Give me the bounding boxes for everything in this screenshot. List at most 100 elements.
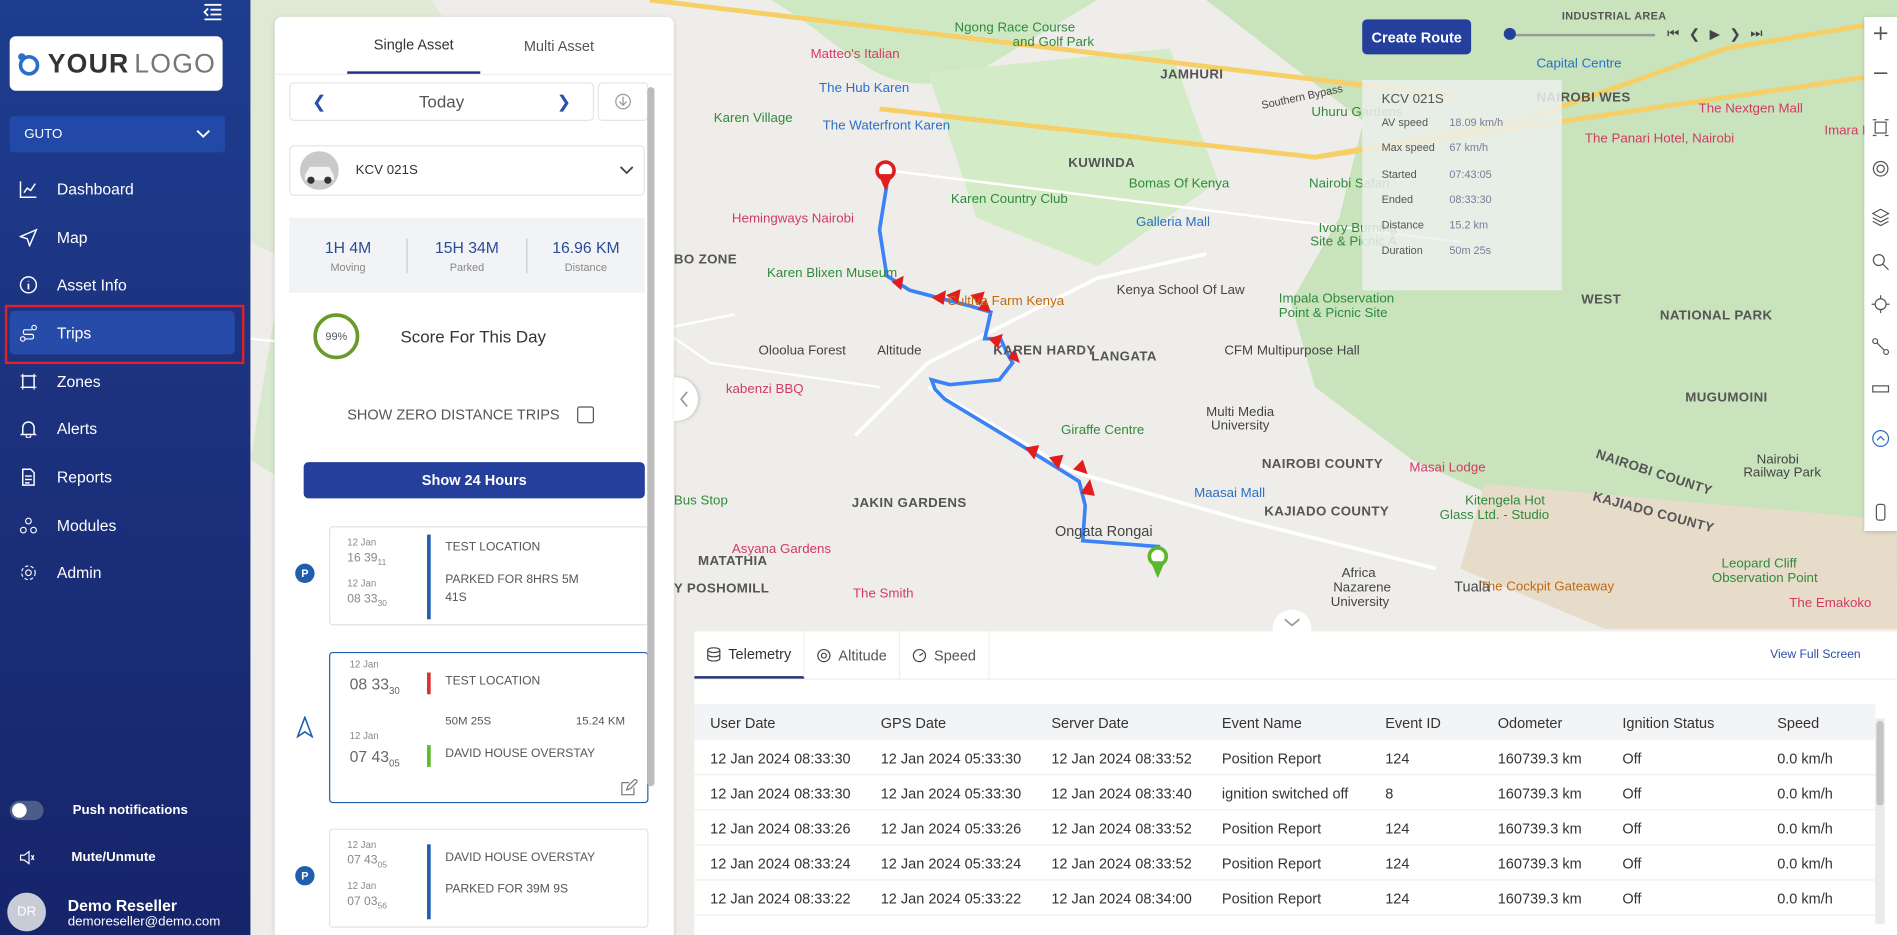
table-header: User Date GPS Date Server Date Event Nam…	[694, 703, 1876, 741]
table-row[interactable]: 12 Jan 2024 08:33:26 12 Jan 2024 05:33:26…	[694, 810, 1876, 846]
layers-icon[interactable]	[1871, 208, 1890, 227]
mute-row[interactable]: Mute/Unmute	[19, 850, 156, 865]
map-label-mugumoini: MUGUMOINI	[1685, 390, 1768, 406]
table-cell: Off	[1622, 890, 1642, 908]
table-cell: 12 Jan 2024 05:33:22	[880, 890, 1022, 908]
skip-end-icon[interactable]: ⏭	[1750, 27, 1762, 43]
route-tool-icon[interactable]	[1872, 337, 1890, 356]
download-button[interactable]	[597, 82, 649, 121]
map-label-race: Ngong Race Course	[954, 20, 1076, 36]
view-full-screen-link[interactable]: View Full Screen	[1770, 648, 1861, 661]
map-label-mmu2: University	[1211, 418, 1270, 434]
stat-parked: 15H 34M Parked	[408, 237, 528, 273]
step-forward-icon[interactable]: ❯	[1730, 27, 1741, 43]
organization-select[interactable]: GUTO	[9, 116, 226, 153]
locate-icon[interactable]	[1871, 295, 1890, 314]
zero-distance-checkbox[interactable]	[576, 406, 594, 424]
column-header[interactable]: Odometer	[1498, 715, 1563, 732]
chevron-right-icon[interactable]: ❯	[557, 91, 571, 112]
table-row[interactable]: 12 Jan 2024 08:33:24 12 Jan 2024 05:33:24…	[694, 846, 1876, 881]
collapse-menu-icon[interactable]	[203, 3, 222, 21]
column-header[interactable]: Server Date	[1051, 715, 1128, 732]
map-label-leopard1: Leopard Cliff	[1721, 556, 1797, 571]
card-date: 12 Jan	[349, 659, 379, 671]
map-label-africa2: Nazarene	[1333, 580, 1391, 596]
parked-badge: P	[295, 866, 315, 886]
play-icon[interactable]: ▶	[1710, 27, 1720, 43]
tab-altitude[interactable]: Altitude	[805, 631, 901, 679]
step-back-icon[interactable]: ❮	[1689, 27, 1700, 43]
nav-map[interactable]: Map	[10, 215, 235, 259]
info-key: Ended	[1381, 193, 1414, 206]
show-24-hours-button[interactable]: Show 24 Hours	[303, 462, 645, 499]
table-cell: 12 Jan 2024 08:33:22	[710, 890, 851, 908]
stat-label: Parked	[449, 260, 485, 273]
tab-single-asset[interactable]: Single Asset	[347, 17, 481, 74]
table-row[interactable]: 12 Jan 2024 08:33:30 12 Jan 2024 05:33:30…	[694, 775, 1876, 811]
gear-icon	[21, 564, 36, 580]
nav-alerts[interactable]: Alerts	[10, 406, 235, 450]
nav-admin[interactable]: Admin	[10, 550, 235, 594]
nav-zones[interactable]: Zones	[10, 359, 235, 403]
table-scrollbar[interactable]	[1875, 718, 1885, 925]
skip-start-icon[interactable]: ⏮	[1667, 27, 1679, 43]
table-cell: 12 Jan 2024 05:33:26	[880, 820, 1022, 838]
table-row[interactable]: 12 Jan 2024 08:33:30 12 Jan 2024 05:33:30…	[694, 740, 1876, 776]
asset-select[interactable]: KCV 021S	[289, 145, 645, 196]
column-header[interactable]: GPS Date	[881, 715, 946, 732]
column-header[interactable]: Ignition Status	[1622, 715, 1714, 732]
nav-asset-info[interactable]: Asset Info	[10, 262, 235, 306]
traffic-light-icon[interactable]	[1872, 503, 1890, 521]
column-header[interactable]: Event Name	[1222, 715, 1302, 732]
ruler-icon[interactable]	[1872, 380, 1890, 398]
map-label-kitengela1: Kitengela Hot	[1465, 493, 1545, 509]
edit-icon[interactable]	[621, 778, 638, 796]
card-time-hm: 07 03	[347, 895, 378, 909]
card-time: 08 3330	[347, 593, 387, 609]
chevron-down-icon	[619, 166, 634, 175]
table-row[interactable]: 12 Jan 2024 08:33:22 12 Jan 2024 05:33:22…	[694, 881, 1876, 916]
map-label-cockpit: The Cockpit Gateaway	[1479, 579, 1615, 594]
zero-distance-toggle[interactable]: SHOW ZERO DISTANCE TRIPS	[347, 406, 594, 424]
tab-multi-asset[interactable]: Multi Asset	[492, 17, 625, 74]
nav-modules[interactable]: Modules	[10, 503, 235, 547]
database-icon	[707, 646, 721, 662]
card-date: 12 Jan	[347, 839, 377, 851]
fingerprint-icon[interactable]	[1872, 160, 1890, 178]
table-cell: Position Report	[1221, 749, 1322, 767]
info-key: Started	[1381, 167, 1417, 180]
modules-icon	[19, 517, 37, 533]
nav-dashboard[interactable]: Dashboard	[10, 167, 235, 211]
trip-card-parked[interactable]: 12 Jan 07 4305 12 Jan 07 0356 DAVID HOUS…	[329, 828, 649, 928]
trip-card-parked[interactable]: 12 Jan 16 3911 12 Jan 08 3330 TEST LOCAT…	[329, 526, 649, 626]
playback-slider[interactable]	[1503, 27, 1656, 40]
zoom-in-icon[interactable]	[1872, 24, 1890, 42]
column-header[interactable]: User Date	[710, 715, 775, 732]
search-map-icon[interactable]	[1872, 253, 1890, 271]
map-label-industrial: INDUSTRIAL AREA	[1561, 9, 1667, 22]
zoom-out-icon[interactable]	[1872, 64, 1890, 82]
table-cell: 12 Jan 2024 08:33:30	[710, 749, 851, 767]
table-cell: 12 Jan 2024 05:33:30	[880, 785, 1022, 802]
column-header[interactable]: Event ID	[1385, 715, 1441, 732]
table-cell: 160739.3 km	[1497, 785, 1582, 802]
nav-label: Zones	[56, 371, 101, 391]
map-label-oloolua: Oloolua Forest	[758, 343, 846, 359]
brand-logo[interactable]: YOUR LOGO	[9, 36, 223, 91]
map-label-law: Kenya School Of Law	[1116, 283, 1245, 298]
nav-reports[interactable]: Reports	[10, 455, 235, 499]
push-notifications-toggle[interactable]	[9, 800, 44, 821]
column-header[interactable]: Speed	[1777, 715, 1819, 732]
user-profile[interactable]: DR Demo Reseller demoreseller@demo.com	[7, 892, 220, 932]
day-score: 99% Score For This Day	[313, 313, 546, 360]
chevron-left-icon[interactable]: ❮	[312, 91, 326, 112]
create-route-button[interactable]: Create Route	[1362, 19, 1472, 55]
draw-polygon-icon[interactable]	[1872, 119, 1890, 137]
chevron-up-circle-icon[interactable]	[1872, 429, 1890, 447]
tab-speed[interactable]: Speed	[900, 631, 990, 679]
card-time-s: 30	[389, 685, 400, 697]
table-cell: 8	[1385, 785, 1394, 802]
panel-scrollbar[interactable]	[647, 87, 655, 787]
tab-telemetry[interactable]: Telemetry	[694, 631, 805, 679]
trip-card-moving[interactable]: 12 Jan 08 3330 12 Jan 07 4305 TEST LOCAT…	[329, 651, 649, 804]
